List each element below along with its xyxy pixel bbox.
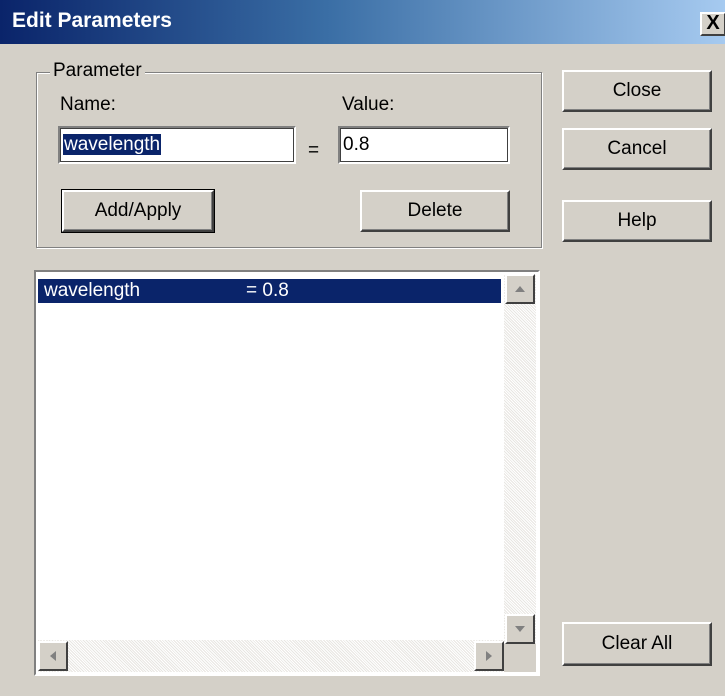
clear-all-button[interactable]: Clear All (562, 622, 712, 666)
add-apply-label: Add/Apply (94, 200, 182, 221)
add-apply-button[interactable]: Add/Apply (61, 189, 215, 233)
close-label: Close (612, 80, 662, 101)
help-label: Help (617, 210, 657, 231)
delete-label: Delete (407, 200, 463, 221)
scroll-up-button[interactable] (505, 274, 535, 304)
list-item-name: wavelength (44, 280, 141, 301)
parameter-group-legend: Parameter (50, 60, 145, 82)
scrollbar-corner (504, 644, 536, 672)
equals-sign: = (308, 140, 320, 161)
name-input[interactable]: wavelength (58, 126, 296, 164)
arrow-right-icon (486, 651, 492, 661)
list-item-value: = 0.8 (246, 280, 289, 301)
arrow-up-icon (515, 286, 525, 292)
close-window-button[interactable]: X (700, 12, 725, 36)
help-button[interactable]: Help (562, 200, 712, 242)
cancel-label: Cancel (607, 138, 667, 159)
vertical-scrollbar[interactable] (504, 274, 536, 644)
horizontal-scrollbar[interactable] (38, 640, 504, 672)
name-input-selected-text: wavelength (63, 134, 162, 155)
edit-parameters-dialog: Edit Parameters X Parameter Name: Value:… (0, 0, 725, 696)
arrow-left-icon (50, 651, 56, 661)
close-button[interactable]: Close (562, 70, 712, 112)
scroll-down-button[interactable] (505, 614, 535, 644)
value-input-text: 0.8 (343, 134, 370, 155)
delete-button[interactable]: Delete (360, 190, 510, 232)
name-label: Name: (60, 94, 116, 115)
arrow-down-icon (515, 626, 525, 632)
value-label: Value: (342, 94, 395, 115)
scroll-right-button[interactable] (474, 641, 504, 671)
dialog-title: Edit Parameters (12, 9, 172, 32)
title-bar[interactable]: Edit Parameters X (0, 0, 725, 44)
scroll-left-button[interactable] (38, 641, 68, 671)
value-input[interactable]: 0.8 (338, 126, 510, 164)
close-icon: X (706, 12, 720, 34)
parameter-listbox[interactable]: wavelength = 0.8 (34, 270, 540, 676)
clear-all-label: Clear All (601, 633, 673, 654)
cancel-button[interactable]: Cancel (562, 128, 712, 170)
list-item[interactable]: wavelength = 0.8 (38, 279, 501, 303)
